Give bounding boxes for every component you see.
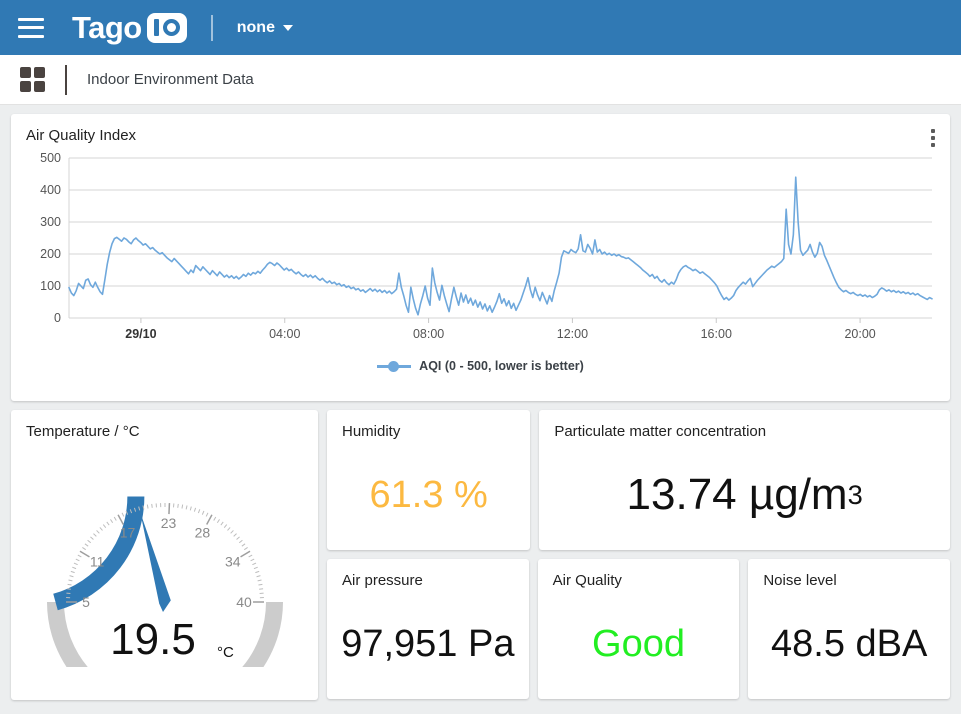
noise-level-value: 48.5 dBA bbox=[771, 622, 928, 665]
grid-icon[interactable] bbox=[20, 67, 45, 92]
dashboard-header: Indoor Environment Data bbox=[0, 55, 961, 105]
metrics-column: Humidity 61.3 % Particulate matter conce… bbox=[327, 410, 951, 700]
svg-text:100: 100 bbox=[40, 279, 61, 293]
tagoio-logo[interactable]: Tago bbox=[72, 10, 187, 46]
context-label: none bbox=[236, 18, 275, 36]
app-header: Tago none bbox=[0, 0, 961, 55]
svg-text:17: 17 bbox=[119, 524, 135, 540]
aqi-line-chart: 0 100 200 300 400 500 29/10 04:00 08:00 12:00 16:0… bbox=[40, 151, 933, 341]
humidity-card: Humidity 61.3 % bbox=[327, 410, 531, 550]
context-selector[interactable]: none bbox=[237, 19, 293, 37]
noise-level-card: Noise level 48.5 dBA bbox=[748, 559, 951, 699]
svg-text:400: 400 bbox=[40, 183, 61, 197]
svg-text:29/10: 29/10 bbox=[125, 327, 156, 341]
temperature-gauge: 5 11 17 23 28 34 40 19.5 °C bbox=[46, 496, 283, 667]
particulate-matter-exponent: 3 bbox=[847, 479, 863, 510]
logo-letter-i-icon bbox=[153, 19, 159, 36]
svg-text:0: 0 bbox=[54, 311, 61, 325]
temperature-gauge-widget: Temperature / °C 5 11 17 23 28 34 40 19.5 °C bbox=[11, 410, 318, 700]
metrics-row-top: Humidity 61.3 % Particulate matter conce… bbox=[327, 410, 950, 550]
legend-marker-icon bbox=[377, 360, 412, 372]
hamburger-icon[interactable] bbox=[18, 17, 44, 38]
svg-text:11: 11 bbox=[89, 553, 104, 569]
metrics-row-bottom: Air pressure 97,951 Pa Air Quality Good … bbox=[327, 559, 951, 699]
legend-label: AQI (0 - 500, lower is better) bbox=[419, 359, 584, 373]
svg-text:40: 40 bbox=[236, 594, 252, 610]
air-quality-card: Air Quality Good bbox=[537, 559, 740, 699]
logo-letter-o-icon bbox=[162, 19, 180, 36]
air-quality-title: Air Quality bbox=[552, 572, 622, 589]
particulate-matter-card: Particulate matter concentration 13.74 µ… bbox=[539, 410, 950, 550]
chart-widget-title: Air Quality Index bbox=[26, 127, 137, 144]
svg-text:28: 28 bbox=[194, 524, 210, 540]
air-quality-value: Good bbox=[592, 622, 685, 665]
widgets-grid: Temperature / °C 5 11 17 23 28 34 40 19.5 °C Hum… bbox=[11, 410, 951, 700]
kebab-menu-icon[interactable] bbox=[929, 127, 937, 149]
svg-text:200: 200 bbox=[40, 247, 61, 261]
svg-text:500: 500 bbox=[40, 151, 61, 165]
dashboard-divider bbox=[65, 64, 67, 95]
header-divider bbox=[210, 14, 213, 41]
humidity-value: 61.3 % bbox=[369, 473, 488, 516]
logo-text: Tago bbox=[72, 9, 142, 45]
svg-text:19.5: 19.5 bbox=[110, 615, 196, 664]
chart-plot-area: 0 100 200 300 400 500 29/10 04:00 08:00 12:00 16:0… bbox=[11, 144, 950, 355]
particulate-matter-title: Particulate matter concentration bbox=[554, 423, 767, 440]
particulate-matter-number: 13.74 µg/m bbox=[626, 470, 848, 519]
particulate-matter-value: 13.74 µg/m 3 bbox=[539, 440, 950, 550]
chevron-down-icon bbox=[282, 24, 293, 31]
dashboard-title: Indoor Environment Data bbox=[87, 71, 254, 88]
svg-text:04:00: 04:00 bbox=[269, 327, 300, 341]
temperature-column: Temperature / °C 5 11 17 23 28 34 40 19.5 °C bbox=[11, 410, 318, 700]
svg-text:°C: °C bbox=[217, 644, 234, 661]
gauge-container: 5 11 17 23 28 34 40 19.5 °C bbox=[11, 442, 318, 667]
svg-text:23: 23 bbox=[160, 515, 176, 531]
chart-legend: AQI (0 - 500, lower is better) bbox=[11, 359, 950, 373]
svg-text:12:00: 12:00 bbox=[557, 327, 588, 341]
air-quality-chart-widget: Air Quality Index 0 100 200 300 400 500 29/10 0… bbox=[11, 114, 950, 401]
air-pressure-card: Air pressure 97,951 Pa bbox=[327, 559, 529, 699]
svg-text:16:00: 16:00 bbox=[701, 327, 732, 341]
temperature-widget-title: Temperature / °C bbox=[26, 423, 140, 440]
dashboard-body: Air Quality Index 0 100 200 300 400 500 29/10 0… bbox=[0, 105, 961, 709]
svg-text:20:00: 20:00 bbox=[844, 327, 875, 341]
air-pressure-value: 97,951 Pa bbox=[341, 622, 515, 665]
air-pressure-title: Air pressure bbox=[342, 572, 423, 589]
svg-text:5: 5 bbox=[82, 594, 90, 610]
humidity-title: Humidity bbox=[342, 423, 401, 440]
svg-text:08:00: 08:00 bbox=[413, 327, 444, 341]
noise-level-title: Noise level bbox=[763, 572, 837, 589]
logo-io-badge bbox=[146, 12, 187, 43]
svg-text:34: 34 bbox=[225, 553, 241, 569]
svg-text:300: 300 bbox=[40, 215, 61, 229]
